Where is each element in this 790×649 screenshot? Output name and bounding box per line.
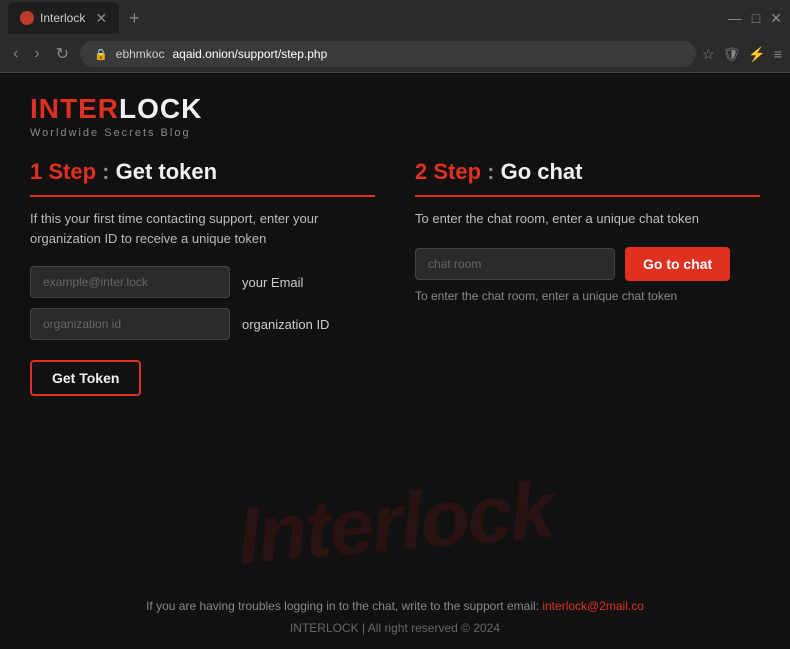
- step2-colon: :: [481, 159, 501, 184]
- maximize-icon[interactable]: □: [752, 10, 760, 27]
- logo-lock: LOCK: [119, 93, 202, 124]
- step2-divider: [415, 195, 760, 197]
- chat-hint: To enter the chat room, enter a unique c…: [415, 289, 760, 303]
- email-input[interactable]: [30, 266, 230, 298]
- tab-favicon: [20, 11, 34, 25]
- close-window-icon[interactable]: ✕: [770, 10, 782, 27]
- tab-bar: Interlock ✕ +: [8, 2, 146, 34]
- logo-inter: INTER: [30, 93, 119, 124]
- footer-support: If you are having troubles logging in to…: [30, 599, 760, 613]
- address-left: ebhmkoc: [116, 47, 165, 61]
- bookmark-icon[interactable]: ☆: [702, 46, 715, 63]
- forward-button[interactable]: ›: [29, 43, 44, 65]
- page-content: Interlock INTERLOCK Worldwide Secrets Bl…: [0, 73, 790, 649]
- security-icon: 🔒: [94, 48, 108, 61]
- email-label: your Email: [242, 275, 303, 290]
- new-tab-button[interactable]: +: [123, 8, 146, 29]
- refresh-button[interactable]: ↻: [51, 42, 74, 66]
- go-to-chat-button[interactable]: Go to chat: [625, 247, 730, 281]
- step2-desc: To enter the chat room, enter a unique c…: [415, 209, 760, 229]
- browser-nav: ‹ › ↻ 🔒 ebhmkoc aqaid.onion/support/step…: [0, 36, 790, 72]
- menu-icon[interactable]: ≡: [774, 46, 782, 63]
- footer-email: interlock@2mail.co: [542, 599, 644, 613]
- address-right: aqaid.onion/support/step.php: [172, 47, 327, 61]
- step2-column: 2 Step : Go chat To enter the chat room,…: [415, 159, 760, 396]
- minimize-icon[interactable]: —: [728, 10, 742, 27]
- main-columns: 1 Step : Get token If this your first ti…: [30, 159, 760, 396]
- logo-subtitle: Worldwide Secrets Blog: [30, 127, 760, 139]
- browser-toolbar-icons: ☆ 🛡 ⚡ ≡: [702, 46, 782, 63]
- step2-heading: 2 Step : Go chat: [415, 159, 760, 185]
- tab-close-icon[interactable]: ✕: [95, 10, 107, 27]
- footer-copyright: INTERLOCK | All right reserved © 2024: [30, 621, 760, 635]
- step2-title: Go chat: [501, 159, 583, 184]
- org-label: organization ID: [242, 317, 329, 332]
- extensions-icon[interactable]: ⚡: [748, 46, 765, 63]
- tab-title: Interlock: [40, 11, 85, 25]
- chat-token-input[interactable]: [415, 248, 615, 280]
- browser-titlebar: Interlock ✕ + — □ ✕: [0, 0, 790, 36]
- step1-colon: :: [96, 159, 116, 184]
- get-token-button[interactable]: Get Token: [30, 360, 141, 396]
- watermark: Interlock: [0, 443, 790, 604]
- step1-column: 1 Step : Get token If this your first ti…: [30, 159, 375, 396]
- step1-title: Get token: [116, 159, 217, 184]
- back-button[interactable]: ‹: [8, 43, 23, 65]
- chat-row: Go to chat: [415, 247, 760, 281]
- logo-area: INTERLOCK Worldwide Secrets Blog: [30, 93, 760, 139]
- footer: If you are having troubles logging in to…: [0, 585, 790, 649]
- address-bar[interactable]: 🔒 ebhmkoc aqaid.onion/support/step.php: [80, 41, 696, 67]
- org-input[interactable]: [30, 308, 230, 340]
- shield-icon[interactable]: 🛡: [723, 46, 741, 63]
- step1-desc: If this your first time contacting suppo…: [30, 209, 375, 248]
- logo: INTERLOCK: [30, 93, 760, 125]
- browser-chrome: Interlock ✕ + — □ ✕ ‹ › ↻ 🔒 ebhmkoc aqai…: [0, 0, 790, 73]
- step1-heading: 1 Step : Get token: [30, 159, 375, 185]
- email-row: your Email: [30, 266, 375, 298]
- org-row: organization ID: [30, 308, 375, 340]
- step1-number: 1 Step: [30, 159, 96, 184]
- page-inner: INTERLOCK Worldwide Secrets Blog 1 Step …: [0, 73, 790, 416]
- step1-divider: [30, 195, 375, 197]
- step2-number: 2 Step: [415, 159, 481, 184]
- active-tab[interactable]: Interlock ✕: [8, 2, 119, 34]
